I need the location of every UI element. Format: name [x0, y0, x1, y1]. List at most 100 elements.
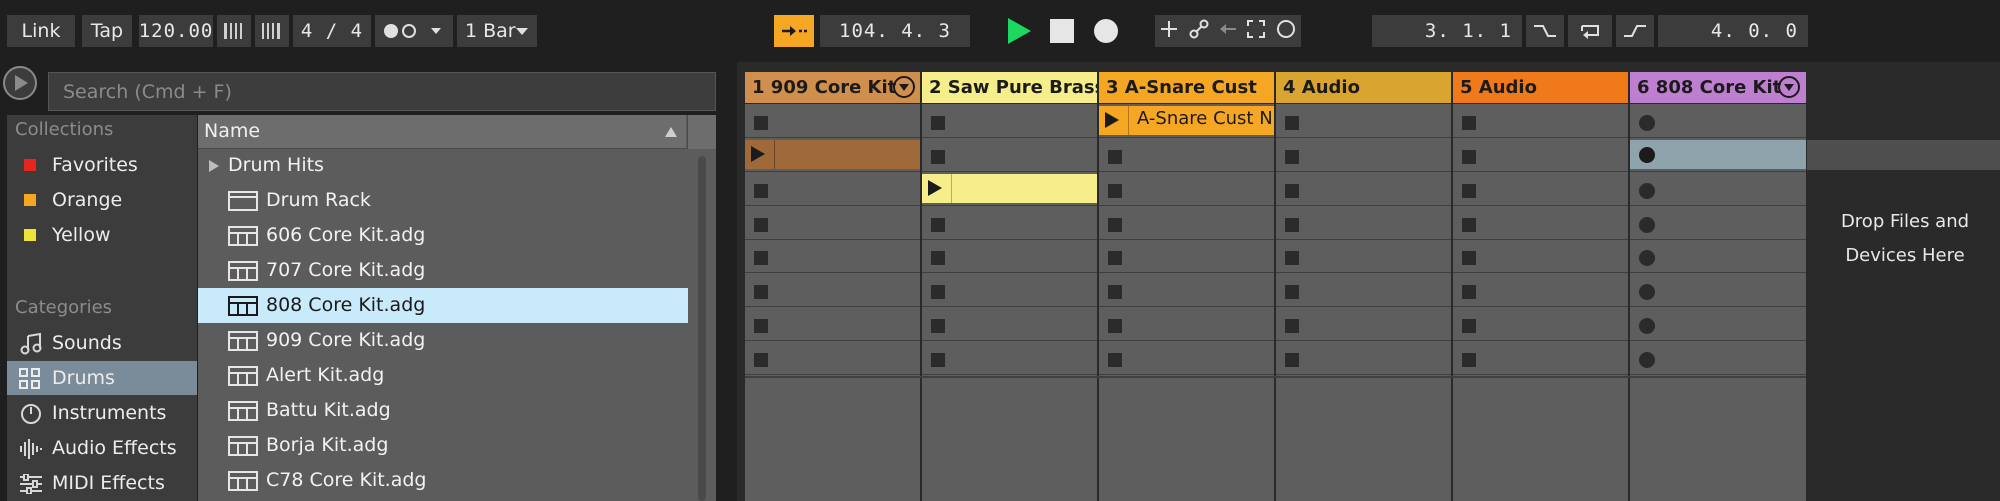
record-arm-icon[interactable]: [1639, 284, 1655, 300]
clip-slot[interactable]: [745, 241, 920, 273]
record-button[interactable]: [1090, 15, 1122, 47]
clip[interactable]: [745, 140, 920, 169]
list-item-selected[interactable]: 808 Core Kit.adg: [198, 288, 688, 323]
clip-slot[interactable]: [922, 208, 1097, 240]
track-header-3[interactable]: 3 A-Snare Cust: [1099, 72, 1274, 103]
stop-button[interactable]: [1047, 16, 1077, 46]
clip-stop-icon[interactable]: [1108, 184, 1122, 198]
record-arm-icon[interactable]: [1639, 217, 1655, 233]
clip-stop-icon[interactable]: [754, 218, 768, 232]
track-header-5[interactable]: 5 Audio: [1453, 72, 1628, 103]
track-header-4[interactable]: 4 Audio: [1276, 72, 1451, 103]
fold-track-icon[interactable]: [893, 76, 915, 98]
list-item[interactable]: Drum Hits: [198, 148, 688, 183]
collection-orange[interactable]: Orange: [7, 183, 197, 217]
clip-slot[interactable]: [922, 275, 1097, 307]
clip-slot[interactable]: [1276, 241, 1451, 273]
clip-stop-icon[interactable]: [754, 285, 768, 299]
quantize-menu[interactable]: 1 Bar: [457, 15, 537, 47]
back-to-arrangement-icon[interactable]: [1219, 20, 1237, 42]
clip-stop-icon[interactable]: [1285, 150, 1299, 164]
clip-slot[interactable]: [745, 309, 920, 341]
tempo-field[interactable]: 120.00: [139, 15, 213, 47]
track-header-2[interactable]: 2 Saw Pure Brass: [922, 72, 1097, 103]
collection-yellow[interactable]: Yellow: [7, 218, 197, 252]
clip-stop-icon[interactable]: [931, 353, 945, 367]
session-record-icon[interactable]: [1276, 19, 1296, 44]
expand-triangle-icon[interactable]: [208, 159, 220, 173]
clip-slot[interactable]: [1099, 343, 1274, 375]
browser-play-preview-button[interactable]: [2, 65, 38, 101]
clip-slot[interactable]: [1630, 275, 1806, 307]
link-button[interactable]: Link: [7, 15, 75, 47]
play-button[interactable]: [1002, 14, 1036, 48]
clip-stop-icon[interactable]: [1285, 116, 1299, 130]
clip-stop-icon[interactable]: [931, 218, 945, 232]
category-midi-effects[interactable]: MIDI Effects: [7, 466, 197, 500]
clip-stop-icon[interactable]: [1462, 184, 1476, 198]
add-icon[interactable]: [1160, 20, 1178, 43]
clip-stop-icon[interactable]: [1285, 218, 1299, 232]
arrangement-position-field[interactable]: 104. 4. 3: [820, 15, 970, 47]
clip-slot[interactable]: [922, 241, 1097, 273]
clip-stop-icon[interactable]: [754, 353, 768, 367]
follow-arrangement-button[interactable]: [774, 15, 814, 47]
clip-stop-icon[interactable]: [1285, 285, 1299, 299]
list-item[interactable]: Drum Rack: [198, 183, 688, 218]
clip-slot[interactable]: [1276, 309, 1451, 341]
track-header-6[interactable]: 6 808 Core Kit: [1630, 72, 1806, 103]
list-item[interactable]: Alert Kit.adg: [198, 358, 688, 393]
record-arm-icon[interactable]: [1639, 183, 1655, 199]
clip-stop-icon[interactable]: [931, 285, 945, 299]
record-arm-icon[interactable]: [1639, 115, 1655, 131]
track-header-1[interactable]: 1 909 Core Kit: [745, 72, 920, 103]
clip-slot[interactable]: [1276, 208, 1451, 240]
clip-play-icon[interactable]: [928, 180, 942, 196]
clip-slot[interactable]: [1099, 174, 1274, 206]
clip-slot[interactable]: [1630, 343, 1806, 375]
clip-slot[interactable]: [1099, 275, 1274, 307]
clip-stop-icon[interactable]: [1462, 285, 1476, 299]
category-sounds[interactable]: Sounds: [7, 326, 197, 360]
clip-slot[interactable]: [1276, 343, 1451, 375]
name-column-header[interactable]: Name: [198, 115, 686, 149]
clip-stop-icon[interactable]: [931, 251, 945, 265]
clip-stop-icon[interactable]: [1108, 353, 1122, 367]
clip-slot[interactable]: [922, 309, 1097, 341]
list-item[interactable]: 707 Core Kit.adg: [198, 253, 688, 288]
loop-toggle-button[interactable]: [1568, 15, 1612, 47]
record-arm-icon[interactable]: [1639, 250, 1655, 266]
clip-slot[interactable]: [1276, 275, 1451, 307]
clip-slot[interactable]: [1453, 106, 1628, 138]
record-arm-icon[interactable]: [1639, 318, 1655, 334]
list-item[interactable]: 606 Core Kit.adg: [198, 218, 688, 253]
clip-stop-icon[interactable]: [1462, 353, 1476, 367]
clip-stop-icon[interactable]: [1285, 251, 1299, 265]
clip-slot[interactable]: [1453, 208, 1628, 240]
browser-scrollbar[interactable]: [698, 156, 706, 501]
clip-stop-icon[interactable]: [754, 184, 768, 198]
clip-slot[interactable]: [1630, 208, 1806, 240]
clip-slot[interactable]: [922, 343, 1097, 375]
clip-stop-icon[interactable]: [1285, 353, 1299, 367]
clip-slot[interactable]: [1453, 275, 1628, 307]
time-signature-field[interactable]: 4 / 4: [293, 15, 371, 47]
list-item[interactable]: Battu Kit.adg: [198, 393, 688, 428]
record-arm-icon[interactable]: [1639, 147, 1655, 163]
clip-stop-icon[interactable]: [1285, 319, 1299, 333]
clip-slot[interactable]: [1630, 241, 1806, 273]
clip-slot[interactable]: [1276, 140, 1451, 172]
clip-slot[interactable]: [745, 174, 920, 206]
loop-start-field[interactable]: 3. 1. 1: [1372, 15, 1522, 47]
clip-stop-icon[interactable]: [1108, 285, 1122, 299]
clip-play-icon[interactable]: [751, 146, 765, 162]
clip-stop-icon[interactable]: [754, 319, 768, 333]
selected-clip-slot[interactable]: [1630, 140, 1806, 169]
clip-slot[interactable]: [1099, 140, 1274, 172]
clip-slot[interactable]: [1453, 174, 1628, 206]
clip-slot[interactable]: [922, 140, 1097, 172]
clip-slot[interactable]: [1099, 309, 1274, 341]
clip-slot[interactable]: [1099, 208, 1274, 240]
clip-stop-icon[interactable]: [1462, 319, 1476, 333]
clip-slot[interactable]: [745, 343, 920, 375]
